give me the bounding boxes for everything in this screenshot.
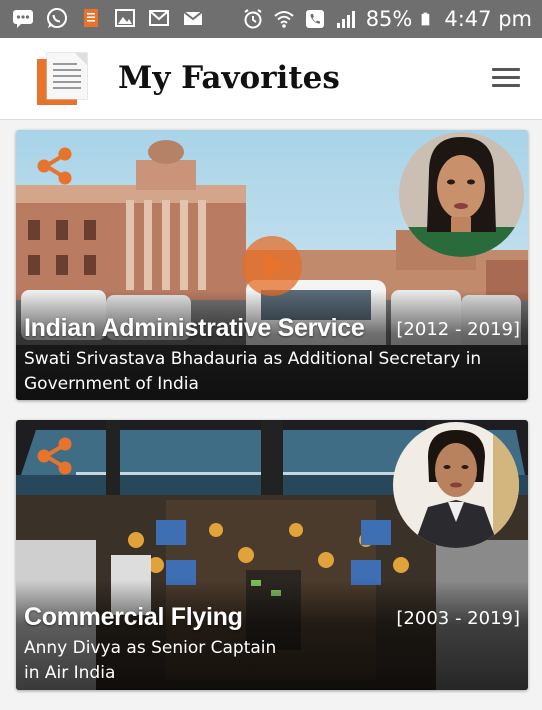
whatsapp-icon (47, 8, 67, 28)
mail-icon (183, 11, 203, 25)
favorite-card[interactable]: Indian Administrative Service [2012 - 20… (16, 130, 528, 400)
favorite-card[interactable]: Commercial Flying [2003 - 2019] Anny Div… (16, 420, 528, 690)
favorites-list: Indian Administrative Service [2012 - 20… (0, 120, 542, 710)
notification-icons (12, 7, 204, 29)
share-button[interactable] (36, 436, 74, 476)
battery-percent: 85% (365, 7, 413, 31)
portrait-image (393, 422, 519, 548)
play-button[interactable] (242, 236, 302, 296)
alarm-icon (244, 9, 262, 29)
app-bar: My Favorites (0, 38, 542, 120)
card-years: [2003 - 2019] (396, 608, 520, 629)
document-icon (84, 9, 98, 27)
clock: 4:47 pm (444, 7, 532, 31)
share-button[interactable] (36, 146, 74, 186)
hamburger-menu-icon[interactable] (490, 64, 522, 92)
share-icon (37, 437, 72, 475)
person-photo (399, 132, 524, 257)
page-title: My Favorites (118, 60, 340, 96)
battery-icon (422, 12, 430, 26)
play-icon (264, 252, 286, 280)
person-photo (393, 422, 519, 548)
card-subtitle: Anny Divya as Senior Captain in Air Indi… (24, 638, 277, 683)
card-title: Commercial Flying (24, 603, 243, 631)
card-title: Indian Administrative Service (24, 314, 365, 342)
portrait-image (399, 132, 524, 257)
call-icon (305, 10, 324, 28)
image-icon (115, 9, 135, 27)
card-years: [2012 - 2019] (396, 319, 520, 340)
share-icon (37, 147, 72, 185)
messages-icon (13, 10, 33, 28)
status-bar: 85% 4:47 pm (0, 0, 542, 38)
app-logo-icon (37, 52, 88, 105)
system-icons: 85% 4:47 pm (242, 7, 532, 31)
card-subtitle: Swati Srivastava Bhadauria as Additional… (24, 349, 482, 394)
gmail-icon (149, 10, 169, 26)
wifi-icon (274, 11, 294, 28)
signal-icon (336, 11, 355, 28)
